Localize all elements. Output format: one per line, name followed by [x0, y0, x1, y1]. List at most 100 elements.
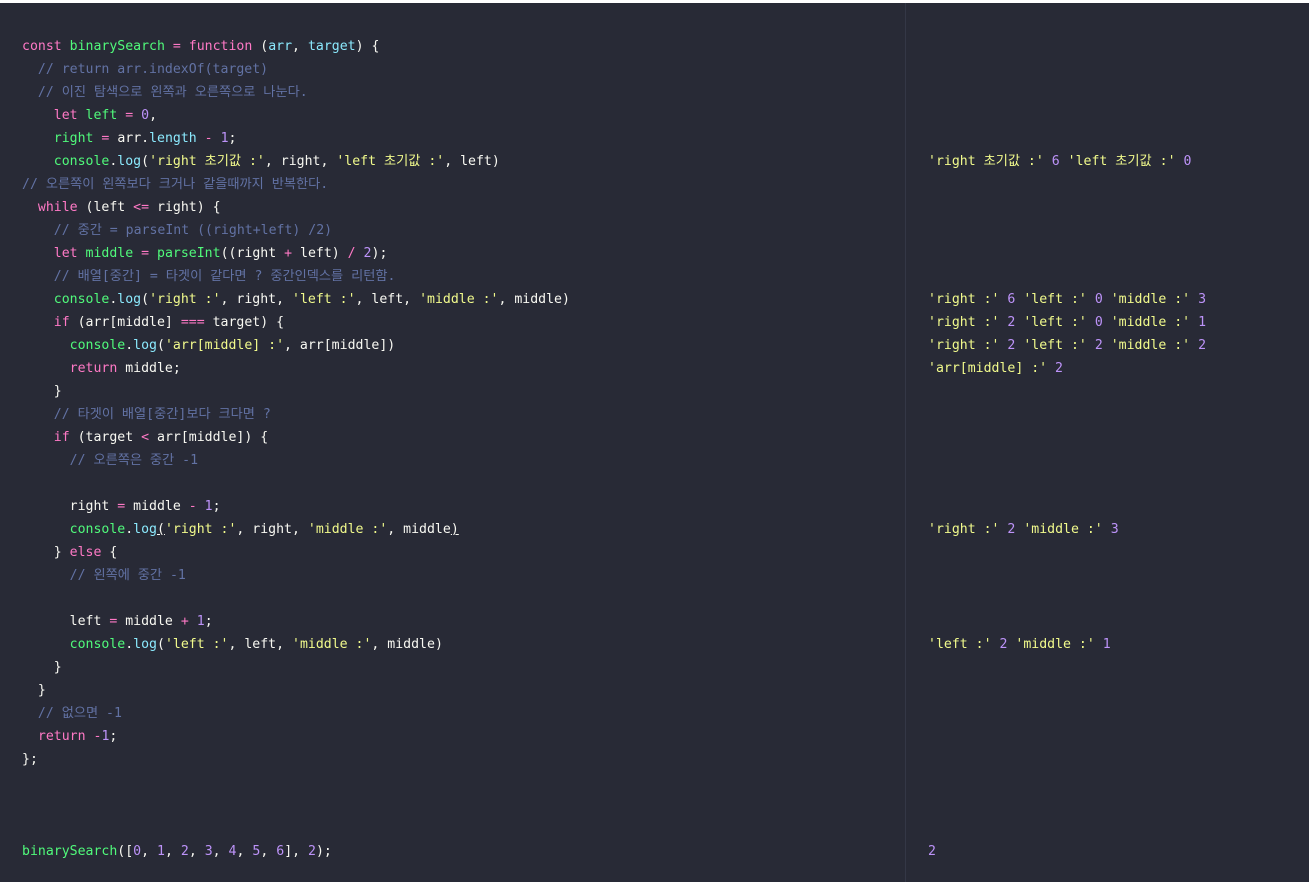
code-text: ); — [315, 844, 332, 859]
keyword: return — [69, 361, 118, 376]
code-text: ) — [450, 522, 459, 537]
code-text: , — [236, 844, 253, 859]
code-line: if (target < arr[middle]) { — [22, 426, 268, 449]
code-line: right = arr.length - 1; — [22, 127, 237, 150]
code-text: , — [260, 844, 277, 859]
console-output-line: 'right :' 2 'left :' 2 'middle :' 2 — [928, 334, 1206, 357]
string-literal: 'middle :' — [419, 292, 499, 307]
string-literal: 'left :' — [928, 637, 992, 652]
code-text: middle — [125, 499, 189, 514]
number-literal: 3 — [204, 844, 213, 859]
number-literal: 3 — [1110, 522, 1119, 537]
property: length — [149, 131, 197, 146]
code-text: , — [212, 844, 229, 859]
number-literal: 1 — [220, 131, 229, 146]
code-line: return -1; — [22, 725, 117, 748]
code-line: console.log('right :', right, 'left :', … — [22, 288, 570, 311]
number-literal: 2 — [1094, 338, 1103, 353]
code-text: { — [101, 545, 118, 560]
string-literal: 'middle :' — [1110, 338, 1191, 353]
code-text: , — [141, 844, 158, 859]
code-text: right — [22, 499, 118, 514]
string-literal: 'right :' — [928, 522, 1000, 537]
code-line: // 배열[중간] = 타겟이 같다면 ? 중간인덱스를 리턴함. — [22, 265, 396, 288]
console-output-line: 'right 초기값 :' 6 'left 초기값 :' 0 — [928, 150, 1191, 173]
code-text: ( — [157, 522, 165, 537]
code-text: . — [125, 522, 134, 537]
code-text: ) { — [355, 39, 380, 54]
code-text: . — [125, 637, 134, 652]
code-text: ((right — [220, 246, 285, 261]
identifier: binarySearch — [69, 39, 165, 54]
string-literal: 'middle :' — [1023, 522, 1103, 537]
pane-divider — [905, 3, 906, 882]
comment: // 중간 = parseInt ((right+left) /2) — [22, 223, 333, 238]
code-text: } — [22, 545, 70, 560]
identifier: console — [53, 292, 110, 307]
number-literal: 0 — [133, 844, 142, 859]
string-literal: 'middle :' — [292, 637, 372, 652]
code-text: } — [22, 384, 62, 399]
property: arr — [268, 39, 293, 54]
keyword: while — [37, 200, 78, 215]
code-line: // 왼쪽에 중간 -1 — [22, 564, 186, 587]
code-line: } else { — [22, 541, 118, 564]
keyword: const — [22, 39, 62, 54]
identifier: right — [53, 131, 94, 146]
property: log — [117, 154, 142, 169]
code-line: // 오른쪽은 중간 -1 — [22, 449, 198, 472]
code-editor[interactable]: const binarySearch = function (arr, targ… — [0, 3, 1309, 882]
code-text: ); — [371, 246, 388, 261]
console-output-line: 'left :' 2 'middle :' 1 — [928, 633, 1111, 656]
code-text: ( — [157, 637, 165, 652]
code-text: arr. — [109, 131, 150, 146]
number-literal: 0 — [141, 108, 150, 123]
number-literal: 2 — [1055, 361, 1063, 376]
code-text: , right, — [236, 522, 308, 537]
string-literal: 'middle :' — [307, 522, 388, 537]
operator: - — [188, 499, 197, 514]
code-text: target) { — [204, 315, 285, 330]
code-text: (left — [77, 200, 134, 215]
keyword: if — [53, 430, 70, 445]
comment: // 타겟이 배열[중간]보다 크다면 ? — [22, 407, 271, 422]
code-text: left) — [292, 246, 348, 261]
code-line: console.log('arr[middle] :', arr[middle]… — [22, 334, 396, 357]
code-line: if (arr[middle] === target) { — [22, 311, 284, 334]
code-text: (arr[middle] — [69, 315, 181, 330]
code-line: // 타겟이 배열[중간]보다 크다면 ? — [22, 403, 271, 426]
number-literal: 0 — [1094, 315, 1103, 330]
string-literal: 'right 초기값 :' — [149, 154, 265, 169]
number-literal: 1 — [1198, 315, 1207, 330]
operator: / — [347, 246, 356, 261]
code-line: // 이진 탐색으로 왼쪽과 오른쪽으로 나눈다. — [22, 81, 308, 104]
operator: < — [141, 430, 150, 445]
console-output-line: 'arr[middle] :' 2 — [928, 357, 1063, 380]
code-line: return middle; — [22, 357, 181, 380]
comment: // 없으면 -1 — [22, 706, 122, 721]
number-literal: 1 — [157, 844, 165, 859]
keyword: function — [188, 39, 253, 54]
code-line: const binarySearch = function (arr, targ… — [22, 35, 379, 58]
string-literal: 'right :' — [149, 292, 221, 307]
